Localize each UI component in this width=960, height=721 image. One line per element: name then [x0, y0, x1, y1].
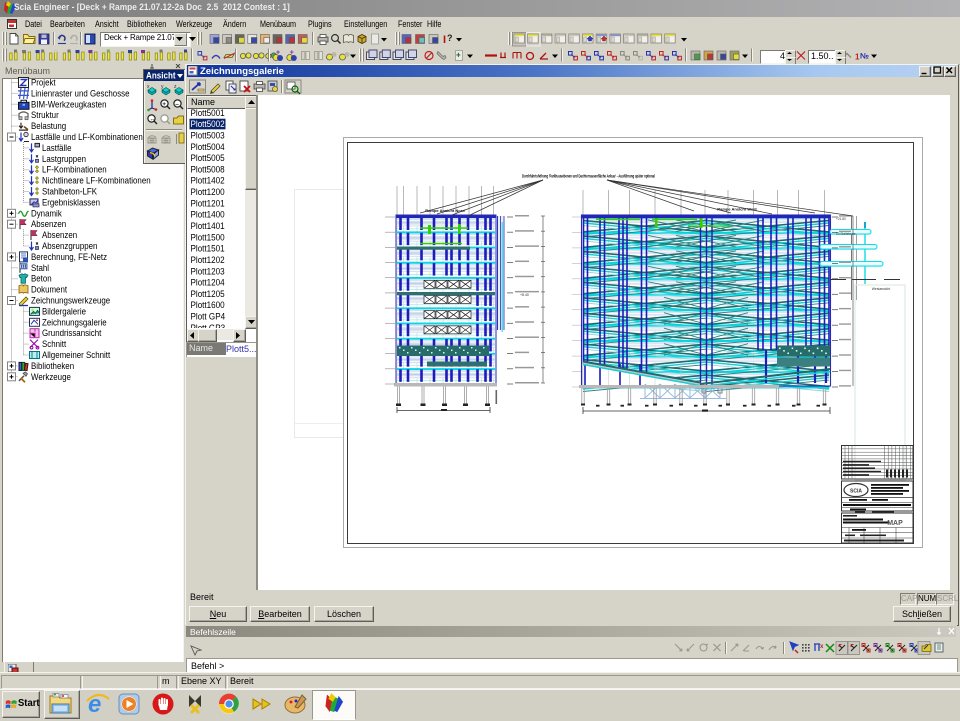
- svg-text:Plott5003: Plott5003: [191, 130, 225, 141]
- svg-text:Plott5005: Plott5005: [191, 153, 225, 164]
- svg-text:Plott1204: Plott1204: [191, 277, 225, 288]
- svg-text:+8.40: +8.40: [520, 293, 529, 297]
- svg-text:Westansicht: Westansicht: [872, 287, 890, 291]
- svg-text:Plott GP4: Plott GP4: [191, 311, 226, 322]
- svg-text:Plott1200: Plott1200: [191, 187, 225, 198]
- svg-text:Durchfahrtshöhung 'Parkhausebe: Durchfahrtshöhung 'Parkhausebenen und Da…: [522, 174, 655, 179]
- svg-text:Plott1202: Plott1202: [191, 255, 225, 266]
- svg-text:Plott1400: Plott1400: [191, 209, 225, 220]
- svg-text:Plott5004: Plott5004: [191, 141, 225, 152]
- svg-text:SCIA: SCIA: [850, 489, 862, 495]
- svg-text:Plott1203: Plott1203: [191, 266, 225, 277]
- svg-text:10.Stellebene: 10.Stellebene: [836, 232, 856, 236]
- svg-text:MAP: MAP: [887, 520, 903, 527]
- svg-text:+21.80: +21.80: [836, 217, 846, 221]
- svg-text:Plott1501: Plott1501: [191, 243, 225, 254]
- svg-text:Plott1201: Plott1201: [191, 198, 225, 209]
- svg-text:Plott5001: Plott5001: [191, 107, 225, 118]
- svg-text:Plott5008: Plott5008: [191, 164, 225, 175]
- svg-text:Plott1401: Plott1401: [191, 221, 225, 232]
- svg-text:Plott1500: Plott1500: [191, 232, 225, 243]
- svg-text:x: x: [820, 644, 824, 650]
- svg-text:Plott5002: Plott5002: [191, 119, 225, 130]
- svg-text:Plott1600: Plott1600: [191, 300, 225, 311]
- svg-text:Plott1205: Plott1205: [191, 289, 225, 300]
- svg-text:Plott1402: Plott1402: [191, 175, 225, 186]
